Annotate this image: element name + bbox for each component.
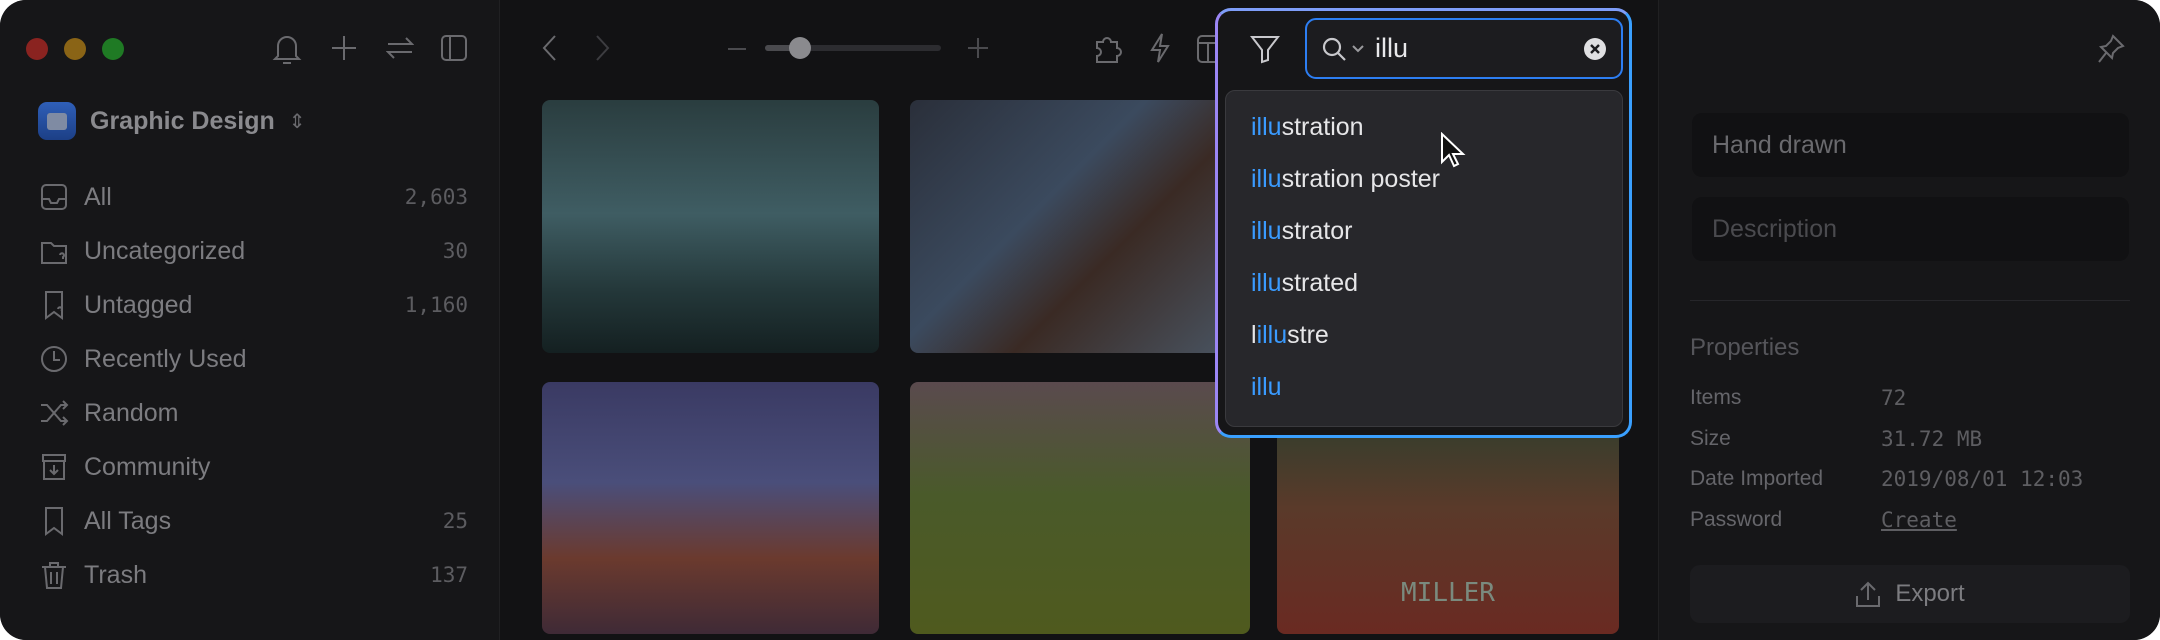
sidebar-item-random[interactable]: Random xyxy=(38,390,468,436)
suggestion-suffix: strator xyxy=(1281,217,1353,245)
property-label: Password xyxy=(1690,507,1783,531)
shuffle-icon xyxy=(41,400,69,426)
search-suggestion[interactable]: illustration poster xyxy=(1251,165,1440,194)
property-label: Size xyxy=(1690,426,1731,450)
suggestion-match: illu xyxy=(1251,113,1282,141)
property-value: 2019/08/01 12:03 xyxy=(1881,467,2084,491)
sidebar-item-all-tags[interactable]: All Tags 25 xyxy=(38,498,468,544)
sidebar-item-count: 25 xyxy=(442,509,468,533)
library-icon xyxy=(38,102,76,140)
inspector-panel xyxy=(1658,0,2160,640)
sidebar-item-community[interactable]: Community xyxy=(38,444,468,490)
folder-question-icon xyxy=(41,242,67,264)
zoom-out-icon[interactable] xyxy=(728,48,746,50)
tag-value: Hand drawn xyxy=(1712,130,1847,159)
export-label: Export xyxy=(1895,580,1965,607)
divider xyxy=(1690,300,2130,301)
suggestion-match: illu xyxy=(1256,321,1288,349)
library-name: Graphic Design xyxy=(90,106,275,135)
suggestion-match: illu xyxy=(1251,217,1282,245)
suggestion-suffix: strated xyxy=(1281,269,1359,297)
upload-icon xyxy=(1856,581,1881,607)
sidebar-item-untagged[interactable]: Untagged 1,160 xyxy=(38,282,468,328)
filter-icon[interactable] xyxy=(1250,34,1280,64)
sidebar-item-count: 30 xyxy=(442,239,468,263)
search-suggestion[interactable]: illu xyxy=(1251,373,1282,402)
tag-question-icon xyxy=(45,291,63,320)
search-suggestion[interactable]: illustrated xyxy=(1251,269,1358,298)
tags-field[interactable]: Hand drawn xyxy=(1692,113,2129,177)
swap-icon[interactable] xyxy=(386,34,414,62)
sidebar-item-count: 1,160 xyxy=(404,293,468,317)
suggestion-suffix: stre xyxy=(1287,321,1329,349)
sidebar-item-label: Community xyxy=(84,452,211,481)
library-switcher[interactable]: Graphic Design ⇕ xyxy=(38,102,306,140)
sidebar-item-label: Trash xyxy=(84,560,147,589)
mouse-cursor-icon xyxy=(1441,132,1466,168)
sidebar-item-recently-used[interactable]: Recently Used xyxy=(38,336,468,382)
close-window-button[interactable] xyxy=(26,38,48,60)
zoom-slider-handle[interactable] xyxy=(789,37,812,59)
suggestion-match: illu xyxy=(1251,269,1282,297)
sidebar-item-label: All Tags xyxy=(84,506,172,535)
thumbnail-bus[interactable] xyxy=(542,382,879,634)
sidebar-item-trash[interactable]: Trash 137 xyxy=(38,552,468,598)
suggestion-suffix: stration xyxy=(1281,113,1364,141)
description-placeholder: Description xyxy=(1712,214,1838,243)
sidebar-item-label: Recently Used xyxy=(84,344,247,373)
trash-icon xyxy=(42,562,66,589)
search-suggestions-dropdown: illustration illustration poster illustrat… xyxy=(1225,90,1623,427)
puzzle-icon[interactable] xyxy=(1091,32,1123,64)
pin-icon[interactable] xyxy=(2097,34,2125,64)
suggestion-match: illu xyxy=(1251,373,1282,401)
bell-icon[interactable] xyxy=(272,32,302,66)
sidebar-item-count: 2,603 xyxy=(404,185,468,209)
property-value: 72 xyxy=(1881,386,1907,410)
sidebar-item-label: Uncategorized xyxy=(84,236,246,265)
search-suggestion[interactable]: illustration xyxy=(1251,113,1364,142)
sidebar-item-label: All xyxy=(84,182,112,211)
suggestion-match: illu xyxy=(1251,165,1282,193)
thumbnail-waterfall[interactable] xyxy=(542,100,879,353)
export-button[interactable]: Export xyxy=(1690,565,2130,623)
property-label: Items xyxy=(1690,386,1742,409)
add-icon[interactable] xyxy=(330,34,358,62)
thumbnail-cabin[interactable] xyxy=(910,100,1250,353)
search-query: illu xyxy=(1375,33,1409,63)
property-label: Date Imported xyxy=(1690,467,1824,490)
sidebar-item-count: 137 xyxy=(430,563,468,587)
search-suggestion[interactable]: illustrator xyxy=(1251,217,1352,246)
back-icon[interactable] xyxy=(540,34,560,62)
search-input[interactable]: illu xyxy=(1305,18,1623,79)
search-suggestion[interactable]: lillustre xyxy=(1251,321,1329,350)
forward-icon[interactable] xyxy=(592,34,612,62)
sidebar-toggle-icon[interactable] xyxy=(440,34,468,62)
inbox-icon xyxy=(41,184,67,210)
property-value: 31.72 MB xyxy=(1881,426,1983,451)
sidebar-item-label: Random xyxy=(84,398,179,427)
chevron-up-down-icon: ⇕ xyxy=(288,110,306,133)
properties-title: Properties xyxy=(1690,334,1800,361)
poster-text: MILLER xyxy=(1401,578,1495,608)
sidebar-item-uncategorized[interactable]: Uncategorized 30 xyxy=(38,228,468,274)
description-field[interactable]: Description xyxy=(1692,197,2129,261)
app-window: Graphic Design ⇕ All 2,603 Uncategorized… xyxy=(0,0,2160,640)
bookmark-icon xyxy=(45,507,63,536)
minimize-window-button[interactable] xyxy=(64,38,86,60)
sidebar-item-label: Untagged xyxy=(84,290,193,319)
search-icon xyxy=(1322,37,1346,61)
clock-icon xyxy=(41,346,67,372)
sidebar-item-all[interactable]: All 2,603 xyxy=(38,174,468,220)
create-password-link[interactable]: Create xyxy=(1881,508,1957,532)
thumbnail-train[interactable] xyxy=(910,382,1250,634)
maximize-window-button[interactable] xyxy=(102,38,124,60)
suggestion-suffix: stration poster xyxy=(1281,165,1440,193)
zoom-slider[interactable] xyxy=(765,37,941,59)
chevron-down-icon[interactable] xyxy=(1351,44,1365,54)
zoom-in-icon[interactable] xyxy=(966,36,990,60)
clear-search-icon[interactable] xyxy=(1583,37,1607,61)
sidebar: Graphic Design ⇕ All 2,603 Uncategorized… xyxy=(0,0,500,640)
archive-download-icon xyxy=(42,454,66,480)
bolt-icon[interactable] xyxy=(1148,32,1172,64)
